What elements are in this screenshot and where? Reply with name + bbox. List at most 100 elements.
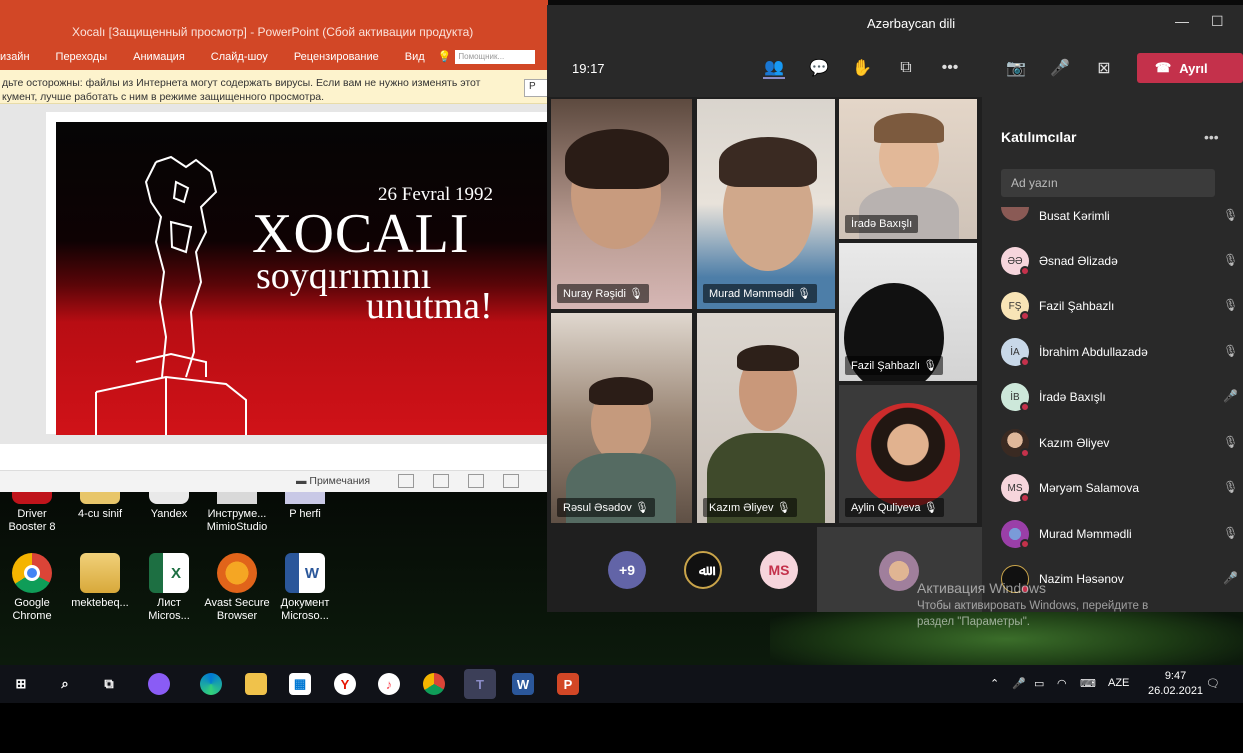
ribbon-tab-transitions[interactable]: Переходы — [43, 51, 121, 63]
teams-taskbar-icon[interactable]: T — [464, 669, 496, 699]
ribbon-tab-view[interactable]: Вид — [392, 51, 438, 63]
desktop-icon-avast-browser[interactable]: Avast Secure Browser — [202, 553, 272, 623]
notifications-icon[interactable]: 🗨 — [1206, 677, 1220, 690]
mic-off-icon: 🎙 — [1223, 435, 1239, 449]
powerpoint-window[interactable]: Xocalı [Защищенный просмотр] - PowerPoin… — [0, 0, 548, 492]
participant-item[interactable]: FŞ Fazil Şahbazlı 🎙 — [1001, 292, 1243, 322]
video-tile[interactable]: Fazil Şahbazlı 🎙 — [839, 243, 977, 381]
reading-view-button[interactable] — [468, 474, 484, 488]
camera-off-icon[interactable]: 📷 — [1005, 57, 1027, 79]
file-explorer-icon[interactable] — [245, 673, 267, 695]
chat-icon[interactable]: 💬 — [808, 57, 830, 79]
more-options-icon[interactable]: ••• — [1204, 129, 1219, 145]
desktop-icon-excel-sheet[interactable]: X Лист Micros... — [134, 553, 204, 623]
start-windows-icon[interactable]: ⊞ — [10, 673, 32, 695]
participant-avatar-calligraphy[interactable]: ﷲ — [684, 551, 722, 589]
video-tile[interactable]: İradə Baxışlı — [839, 99, 977, 239]
notes-button[interactable]: ▬ Примечания — [296, 475, 370, 487]
store-icon[interactable]: ▦ — [289, 673, 311, 695]
wifi-icon[interactable]: ◠ — [1057, 677, 1067, 690]
tell-me-box[interactable]: 💡 Помощник... — [438, 49, 536, 64]
maximize-icon[interactable]: ☐ — [1211, 13, 1224, 30]
mic-off-icon: 🎙 — [1223, 253, 1239, 267]
participant-item[interactable]: İB İradə Baxışlı 🎤 — [1001, 383, 1243, 413]
alice-assistant-icon[interactable] — [148, 673, 170, 695]
meeting-clock: 19:17 — [572, 61, 605, 76]
video-tile[interactable]: Nuray Rəşidi 🎙 — [551, 99, 692, 309]
desktop-icon-driver-booster[interactable]: Driver Booster 8 — [0, 490, 67, 534]
slide-sorter-button[interactable] — [433, 474, 449, 488]
participant-item[interactable]: İA İbrahim Abdullazadə 🎙 — [1001, 338, 1243, 368]
video-tile[interactable]: Rəsul Əsədov 🎙 — [551, 313, 692, 523]
search-icon[interactable]: ⌕ — [54, 673, 76, 695]
language-indicator[interactable]: AZE — [1108, 677, 1129, 689]
participant-item[interactable]: Busat Kərimli 🎙 — [1001, 207, 1243, 237]
slideshow-view-button[interactable] — [503, 474, 519, 488]
minimize-icon[interactable]: — — [1175, 13, 1189, 29]
desktop-icon-label: Лист — [157, 597, 181, 609]
participant-item[interactable]: Murad Məmmədli 🎙 — [1001, 520, 1243, 550]
reactions-icon[interactable]: ✋ — [851, 57, 873, 79]
show-hidden-icons-icon[interactable]: ⌃ — [990, 677, 999, 690]
slide[interactable]: 26 Fevral 1992 XOCALI soyqırımını unutma… — [56, 122, 548, 435]
ribbon-tab-animation[interactable]: Анимация — [120, 51, 198, 63]
yandex-browser-icon[interactable]: Y — [334, 673, 356, 695]
desktop-icon-google-chrome[interactable]: Google Chrome — [0, 553, 67, 623]
ribbon-tab-review[interactable]: Рецензирование — [281, 51, 392, 63]
desktop-icon-4cu-sinif[interactable]: 4-cu sinif — [65, 490, 135, 521]
screen-letterbox — [0, 703, 1243, 753]
video-tile[interactable]: Kazım Əliyev 🎙 — [697, 313, 835, 523]
activation-title: Активация Windows — [917, 580, 1047, 596]
task-view-icon[interactable]: ⧉ — [98, 673, 120, 695]
desktop-icon-p-herfi[interactable]: P herfi — [270, 490, 340, 521]
mic-off-icon: 🎙 — [1223, 344, 1239, 358]
participant-avatar — [1001, 207, 1029, 221]
participants-icon[interactable]: 👥 — [763, 57, 785, 79]
microphone-icon[interactable]: 🎤 — [1049, 57, 1071, 79]
video-tile[interactable]: Aylin Quliyeva 🎙 — [839, 385, 977, 523]
desktop-icon-word-document[interactable]: W Документ Microso... — [270, 553, 340, 623]
participant-search-input[interactable]: Ad yazın — [1001, 169, 1215, 197]
chrome-icon[interactable] — [423, 673, 445, 695]
word-taskbar-icon[interactable]: W — [512, 673, 534, 695]
powerpoint-titlebar[interactable]: Xocalı [Защищенный просмотр] - PowerPoin… — [0, 0, 548, 43]
participant-name: İradə Baxışlı — [1039, 390, 1106, 404]
participant-item[interactable]: Kazım Əliyev 🎙 — [1001, 429, 1243, 459]
self-avatar — [879, 551, 919, 591]
desktop-icon-label: Yandex — [150, 508, 188, 520]
enable-editing-button[interactable]: Р — [524, 79, 548, 97]
participant-avatar-initials[interactable]: MS — [760, 551, 798, 589]
more-options-icon[interactable]: ••• — [939, 57, 961, 79]
ribbon-tab-slideshow[interactable]: Слайд-шоу — [198, 51, 281, 63]
rooms-icon[interactable]: ⧉ — [895, 57, 917, 79]
taskbar: ⊞ ⌕ ⧉ ▦ Y ♪ T W P ⌃ 🎤 ▭ ◠ ⌨ AZE 9:47 26.… — [0, 665, 1243, 703]
video-tile[interactable]: Murad Məmmədli 🎙 — [697, 99, 835, 309]
desktop-icon-mektebeq[interactable]: mektebeq... — [65, 553, 135, 610]
music-icon[interactable]: ♪ — [378, 673, 400, 695]
participant-item[interactable]: MS Məryəm Salamova 🎙 — [1001, 474, 1243, 504]
tile-name: Aylin Quliyeva 🎙 — [845, 498, 944, 517]
normal-view-button[interactable] — [398, 474, 414, 488]
windows-activation-watermark: Активация Windows Чтобы активировать Win… — [917, 580, 1217, 630]
powerpoint-taskbar-icon[interactable]: P — [557, 673, 579, 695]
desktop-icon-mimiostudio[interactable]: Инструме... MimioStudio — [202, 490, 272, 534]
edge-icon[interactable] — [200, 673, 222, 695]
keyboard-icon[interactable]: ⌨ — [1080, 677, 1096, 690]
teams-titlebar[interactable]: Azərbaycan dili — ☐ — [547, 5, 1243, 39]
more-participants-badge[interactable]: +9 — [608, 551, 646, 589]
share-screen-icon[interactable]: ⊠ — [1093, 57, 1115, 79]
tell-me-input[interactable]: Помощник... — [455, 49, 536, 64]
notes-icon: ▬ — [296, 475, 310, 487]
tile-name: Nuray Rəşidi 🎙 — [557, 284, 649, 303]
taskbar-clock[interactable]: 9:47 26.02.2021 — [1148, 669, 1203, 699]
ribbon-tab-design[interactable]: изайн — [0, 51, 43, 63]
desktop-icon-label: Microso... — [281, 610, 329, 622]
clock-date: 26.02.2021 — [1148, 685, 1204, 697]
desktop-icon-yandex[interactable]: Yandex — [134, 490, 204, 521]
leave-button[interactable]: ☎ Ayrıl — [1137, 53, 1243, 83]
battery-icon[interactable]: ▭ — [1034, 677, 1044, 690]
desktop-icon-label: Micros... — [148, 610, 190, 622]
teams-meeting-window[interactable]: Azərbaycan dili — ☐ 19:17 👥 💬 ✋ ⧉ ••• 📷 … — [547, 5, 1243, 612]
microphone-tray-icon[interactable]: 🎤 — [1012, 677, 1026, 690]
participant-item[interactable]: ƏƏ Əsnad Əlizadə 🎙 — [1001, 247, 1243, 277]
